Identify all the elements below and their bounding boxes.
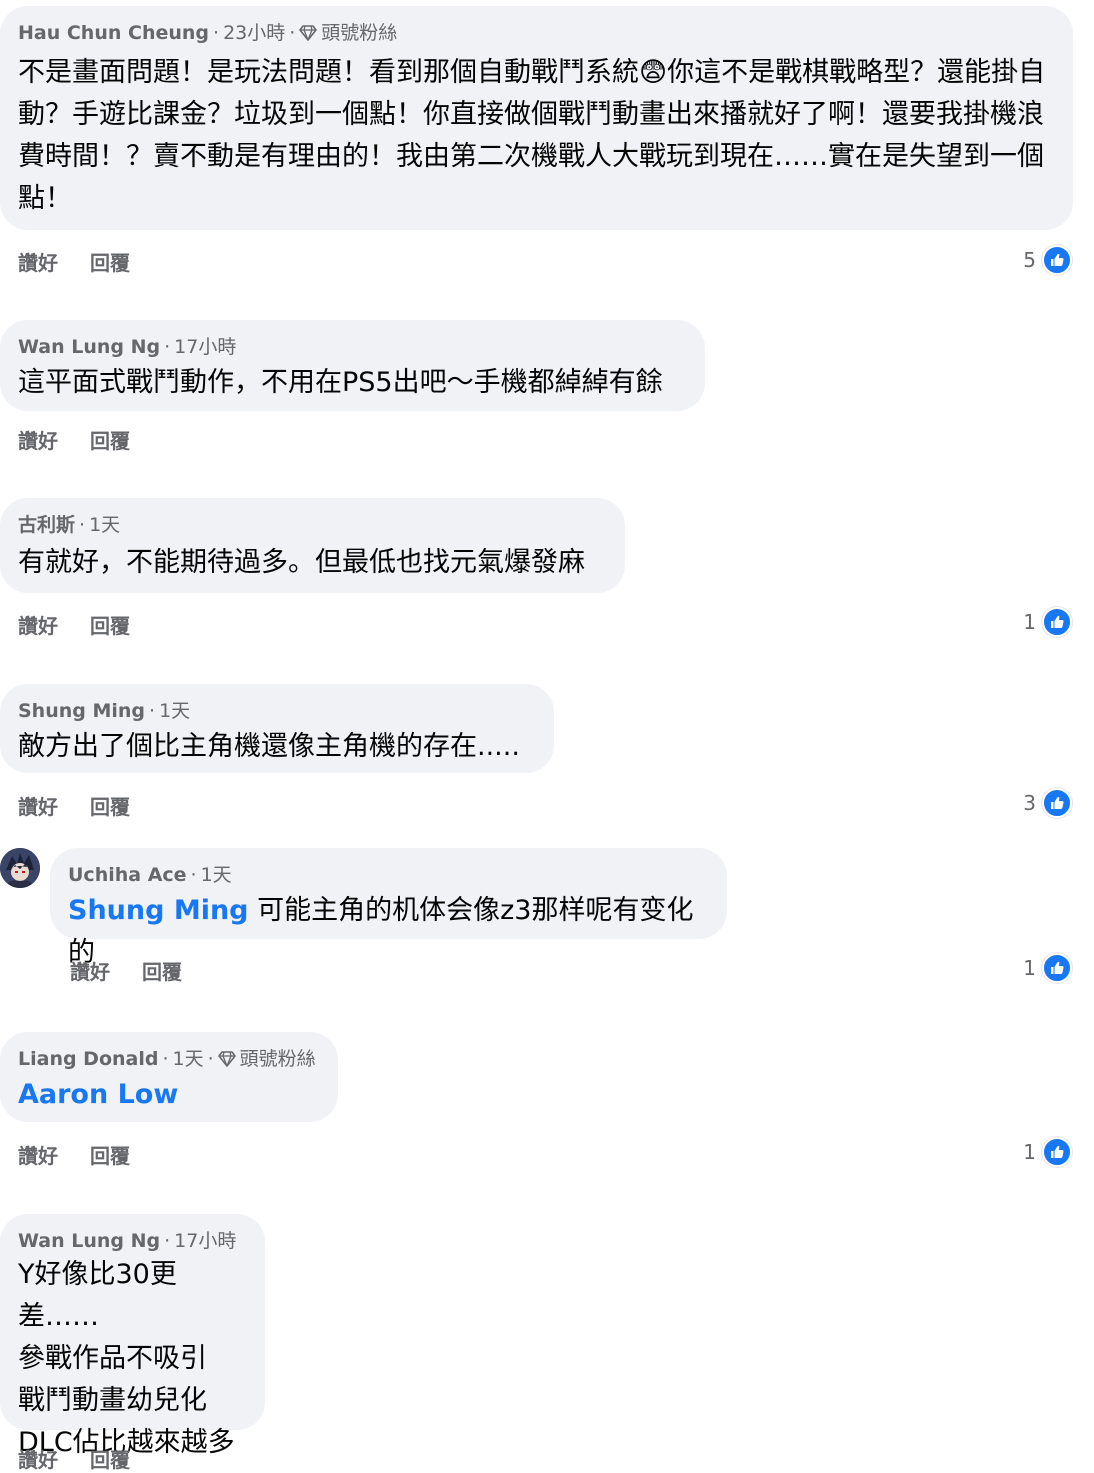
comment-meta: Uchiha Ace · 1天: [68, 864, 232, 886]
reaction-count: 3: [1023, 791, 1036, 815]
reaction-count: 5: [1023, 248, 1036, 272]
mention-link[interactable]: Aaron Low: [18, 1079, 178, 1110]
comment-text: 有就好，不能期待過多。但最低也找元氣爆發麻: [18, 547, 585, 578]
comment-author[interactable]: Liang Donald: [18, 1048, 158, 1070]
like-button[interactable]: 讚好: [18, 251, 58, 275]
comment-bubble: Shung Ming · 1天 敵方出了個比主角機還像主角機的存在.....: [0, 684, 554, 773]
comment-meta: Shung Ming · 1天: [18, 700, 191, 722]
comment-actions: 讚好 回覆: [18, 610, 130, 639]
comment-author[interactable]: Hau Chun Cheung: [18, 22, 209, 44]
top-fan-badge: 頭號粉絲: [239, 1048, 316, 1070]
reply-button[interactable]: 回覆: [90, 614, 130, 638]
thumbs-up-icon: [1042, 607, 1072, 637]
reaction-summary[interactable]: 1: [1023, 607, 1072, 637]
reaction-count: 1: [1023, 610, 1036, 634]
comment-actions: 讚好 回覆: [18, 791, 130, 820]
comment-text: Y好像比30更差…… 參戰作品不吸引 戰鬥動畫幼兒化 DLC佔比越來越多: [18, 1259, 235, 1458]
like-button[interactable]: 讚好: [70, 960, 110, 984]
comment-meta: Hau Chun Cheung · 23小時 · 頭號粉絲: [18, 22, 398, 44]
comment-time[interactable]: 1天: [173, 1048, 204, 1070]
reply-button[interactable]: 回覆: [90, 251, 130, 275]
like-button[interactable]: 讚好: [18, 795, 58, 819]
reply-bubble: Uchiha Ace · 1天 Shung Ming 可能主角的机体会像z3那样呢有…: [50, 848, 727, 968]
comment-text: Aaron Low: [18, 1074, 320, 1116]
avatar[interactable]: [0, 848, 40, 888]
like-button[interactable]: 讚好: [18, 1448, 58, 1472]
comment-text: 這平面式戰鬥動作，不用在PS5出吧～手機都綽綽有餘: [18, 367, 663, 398]
diamond-icon: [218, 1051, 236, 1067]
comment-actions: 讚好 回覆: [18, 425, 130, 454]
like-button[interactable]: 讚好: [18, 614, 58, 638]
mention-link[interactable]: Shung Ming: [68, 895, 249, 926]
like-button[interactable]: 讚好: [18, 429, 58, 453]
comment-text: 不是畫面問題！是玩法問題！看到那個自動戰鬥系統😨你這不是戰棋戰略型？還能掛自動？…: [18, 57, 1046, 214]
comment-time[interactable]: 1天: [159, 700, 190, 722]
comment-actions: 讚好 回覆: [18, 1140, 130, 1169]
thumbs-up-icon: [1042, 1137, 1072, 1167]
comment-meta: Wan Lung Ng · 17小時: [18, 1230, 237, 1252]
reply-button[interactable]: 回覆: [90, 1448, 130, 1472]
like-button[interactable]: 讚好: [18, 1144, 58, 1168]
comment-bubble: Hau Chun Cheung · 23小時 · 頭號粉絲 不是畫面問題！是玩法問題！看…: [0, 6, 1073, 230]
comment-bubble: Wan Lung Ng · 17小時 這平面式戰鬥動作，不用在PS5出吧～手機都綽綽…: [0, 320, 705, 411]
reaction-summary[interactable]: 3: [1023, 788, 1072, 818]
reply-button[interactable]: 回覆: [90, 795, 130, 819]
comment-bubble: Liang Donald · 1天 · 頭號粉絲 Aaron Low: [0, 1032, 338, 1122]
comment-meta: Wan Lung Ng · 17小時: [18, 336, 237, 358]
comment-meta: Liang Donald · 1天 · 頭號粉絲: [18, 1048, 316, 1070]
thumbs-up-icon: [1042, 245, 1072, 275]
comment-author[interactable]: Shung Ming: [18, 700, 145, 722]
comment-author[interactable]: Wan Lung Ng: [18, 336, 160, 358]
comment-bubble: Wan Lung Ng · 17小時 Y好像比30更差…… 參戰作品不吸引 戰鬥動畫…: [0, 1214, 265, 1458]
comment-time[interactable]: 1天: [201, 864, 232, 886]
comment-author[interactable]: Uchiha Ace: [68, 864, 187, 886]
comment-time[interactable]: 1天: [89, 514, 120, 536]
reply-button[interactable]: 回覆: [90, 429, 130, 453]
reaction-summary[interactable]: 1: [1023, 953, 1072, 983]
thumbs-up-icon: [1042, 953, 1072, 983]
comment-time[interactable]: 17小時: [174, 336, 236, 358]
comment-time[interactable]: 23小時: [223, 22, 285, 44]
comment-bubble: 古利斯 · 1天 有就好，不能期待過多。但最低也找元氣爆發麻: [0, 498, 625, 593]
thumbs-up-icon: [1042, 788, 1072, 818]
comment-text: 敵方出了個比主角機還像主角機的存在.....: [18, 731, 520, 762]
diamond-icon: [299, 25, 317, 41]
reaction-count: 1: [1023, 956, 1036, 980]
comment-actions: 讚好 回覆: [18, 1444, 130, 1473]
comment-meta: 古利斯 · 1天: [18, 514, 121, 536]
comment-actions: 讚好 回覆: [18, 247, 130, 276]
reply-button[interactable]: 回覆: [142, 960, 182, 984]
comment-actions: 讚好 回覆: [70, 956, 182, 985]
reaction-summary[interactable]: 5: [1023, 245, 1072, 275]
reaction-count: 1: [1023, 1140, 1036, 1164]
reply-button[interactable]: 回覆: [90, 1144, 130, 1168]
top-fan-badge: 頭號粉絲: [321, 22, 398, 44]
comment-author[interactable]: 古利斯: [18, 514, 75, 536]
reaction-summary[interactable]: 1: [1023, 1137, 1072, 1167]
comment-time[interactable]: 17小時: [174, 1230, 236, 1252]
comment-author[interactable]: Wan Lung Ng: [18, 1230, 160, 1252]
